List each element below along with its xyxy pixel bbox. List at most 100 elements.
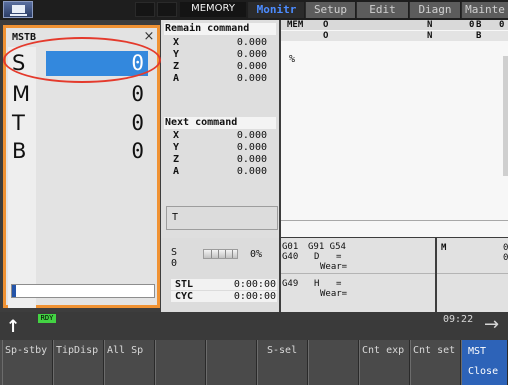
program-scrollbar[interactable] <box>503 56 508 176</box>
softkey-cnt-exp[interactable]: Cnt exp <box>359 340 410 385</box>
divider <box>281 273 435 274</box>
softkey-tipdisp[interactable]: TipDisp <box>53 340 104 385</box>
spindle-load: 0% <box>250 249 263 260</box>
spindle-load-meter <box>203 249 238 259</box>
tab-mainte[interactable]: Mainte <box>461 2 508 18</box>
highlight-ellipse <box>3 37 161 83</box>
axis-value: 0.000 <box>236 61 267 72</box>
b-code-field[interactable]: 0 <box>46 139 148 164</box>
softkey-label: Cnt set <box>413 345 456 356</box>
monitor-icon[interactable] <box>3 1 33 18</box>
status-strip <box>0 312 508 340</box>
close-icon[interactable]: × <box>142 30 156 44</box>
axis-label: X <box>173 37 180 48</box>
tab-diagn[interactable]: Diagn <box>409 2 460 18</box>
axis-value: 0.000 <box>236 154 267 165</box>
axis-label: A <box>173 166 180 177</box>
t-code-field[interactable]: 0 <box>46 111 148 136</box>
tab-setup[interactable]: Setup <box>305 2 355 18</box>
return-arrow-icon[interactable]: ↑ <box>6 318 20 336</box>
o-label: O <box>323 20 329 30</box>
cyc-time: 0:00:00 <box>233 291 276 302</box>
ready-badge: RDY <box>38 314 56 323</box>
progress-fill <box>12 285 17 297</box>
softkey-label: Close <box>468 366 499 377</box>
m-code-field[interactable]: 0 <box>46 82 148 107</box>
b-value: 0 <box>499 20 505 30</box>
m-label: M <box>441 243 447 253</box>
divider <box>437 273 508 274</box>
next-page-arrow-icon[interactable]: → <box>484 316 499 334</box>
gcode: G01 <box>282 242 299 252</box>
axis-label: Z <box>173 61 180 72</box>
wear-d: Wear= <box>320 262 348 272</box>
h-value: = <box>336 279 342 289</box>
softkey-label: Cnt exp <box>362 345 405 356</box>
modal-gcode-panel: G01 G91 G54 G40 D = Wear= G49 H = Wear= <box>281 238 435 312</box>
mstb-label-m: M <box>12 82 31 106</box>
mstb-label-b: B <box>12 139 27 163</box>
axis-value: 0.000 <box>236 37 267 48</box>
stl-time: 0:00:00 <box>233 279 276 290</box>
softkey-cnt-set[interactable]: Cnt set <box>410 340 461 385</box>
axis-value: 0.000 <box>236 142 267 153</box>
softkey-empty[interactable] <box>155 340 206 385</box>
d-value: = <box>336 252 342 262</box>
axis-label: Y <box>173 142 180 153</box>
tab-monitr[interactable]: Monitr <box>248 2 304 18</box>
o-label: O <box>323 31 329 41</box>
softkey-s-sel[interactable]: S-sel <box>257 340 308 385</box>
mstb-label-t: T <box>12 111 25 135</box>
n-label: N <box>427 20 433 30</box>
divider <box>281 220 508 221</box>
s-value: 0 <box>171 258 178 269</box>
tool-line: T <box>166 206 278 230</box>
wear-h: Wear= <box>320 289 348 299</box>
softkey-label: Sp-stby <box>5 345 48 356</box>
tool-label: T <box>172 212 179 223</box>
m-code-panel: M 0 0 <box>437 238 508 312</box>
softkey-mst-close[interactable]: MST Close <box>461 340 508 385</box>
axis-value: 0.000 <box>236 49 267 60</box>
gcode: G49 <box>282 279 299 289</box>
d-label: D <box>314 252 320 262</box>
status-slot <box>135 2 155 17</box>
status-slot <box>157 2 177 17</box>
axis-value: 0.000 <box>236 166 267 177</box>
axis-label: A <box>173 73 180 84</box>
remain-command-title: Remain command <box>164 23 276 35</box>
spindle-panel: S 0 0% STL 0:00:00 CYC 0:00:00 <box>161 238 279 312</box>
s-label: S <box>171 247 178 258</box>
m-value: 0 <box>503 243 508 253</box>
program-text: % <box>289 54 296 65</box>
softkey-label: S-sel <box>267 345 298 356</box>
clock: 09:22 <box>443 314 474 325</box>
softkey-empty[interactable] <box>206 340 257 385</box>
program-header-2: O N B <box>281 31 508 41</box>
gcode: G40 <box>282 252 299 262</box>
program-panel: MEM O N 0 B 0 O N B % <box>281 20 508 237</box>
mstb-progress-bar <box>11 284 155 298</box>
softkey-sp-stby[interactable]: Sp-stby <box>2 340 53 385</box>
b-label: B <box>476 31 482 41</box>
stl-label: STL <box>175 279 194 290</box>
axis-label: Z <box>173 154 180 165</box>
program-header: MEM O N 0 B 0 <box>281 20 508 30</box>
gcode: G91 G54 <box>308 242 346 252</box>
n-value: 0 <box>469 20 475 30</box>
axis-label: Y <box>173 49 180 60</box>
axis-value: 0.000 <box>236 73 267 84</box>
mem-label: MEM <box>287 20 304 30</box>
softkey-empty[interactable] <box>308 340 359 385</box>
mode-indicator: MEMORY <box>180 2 246 17</box>
softkey-all-sp[interactable]: All Sp <box>104 340 155 385</box>
n-label: N <box>427 31 433 41</box>
m-value: 0 <box>503 253 508 263</box>
softkey-label: All Sp <box>107 345 144 356</box>
tab-edit[interactable]: Edit <box>356 2 408 18</box>
h-label: H <box>314 279 320 289</box>
softkey-label: TipDisp <box>56 345 99 356</box>
softkey-label: MST <box>468 346 487 357</box>
b-label: B <box>476 20 482 30</box>
axis-label: X <box>173 130 180 141</box>
